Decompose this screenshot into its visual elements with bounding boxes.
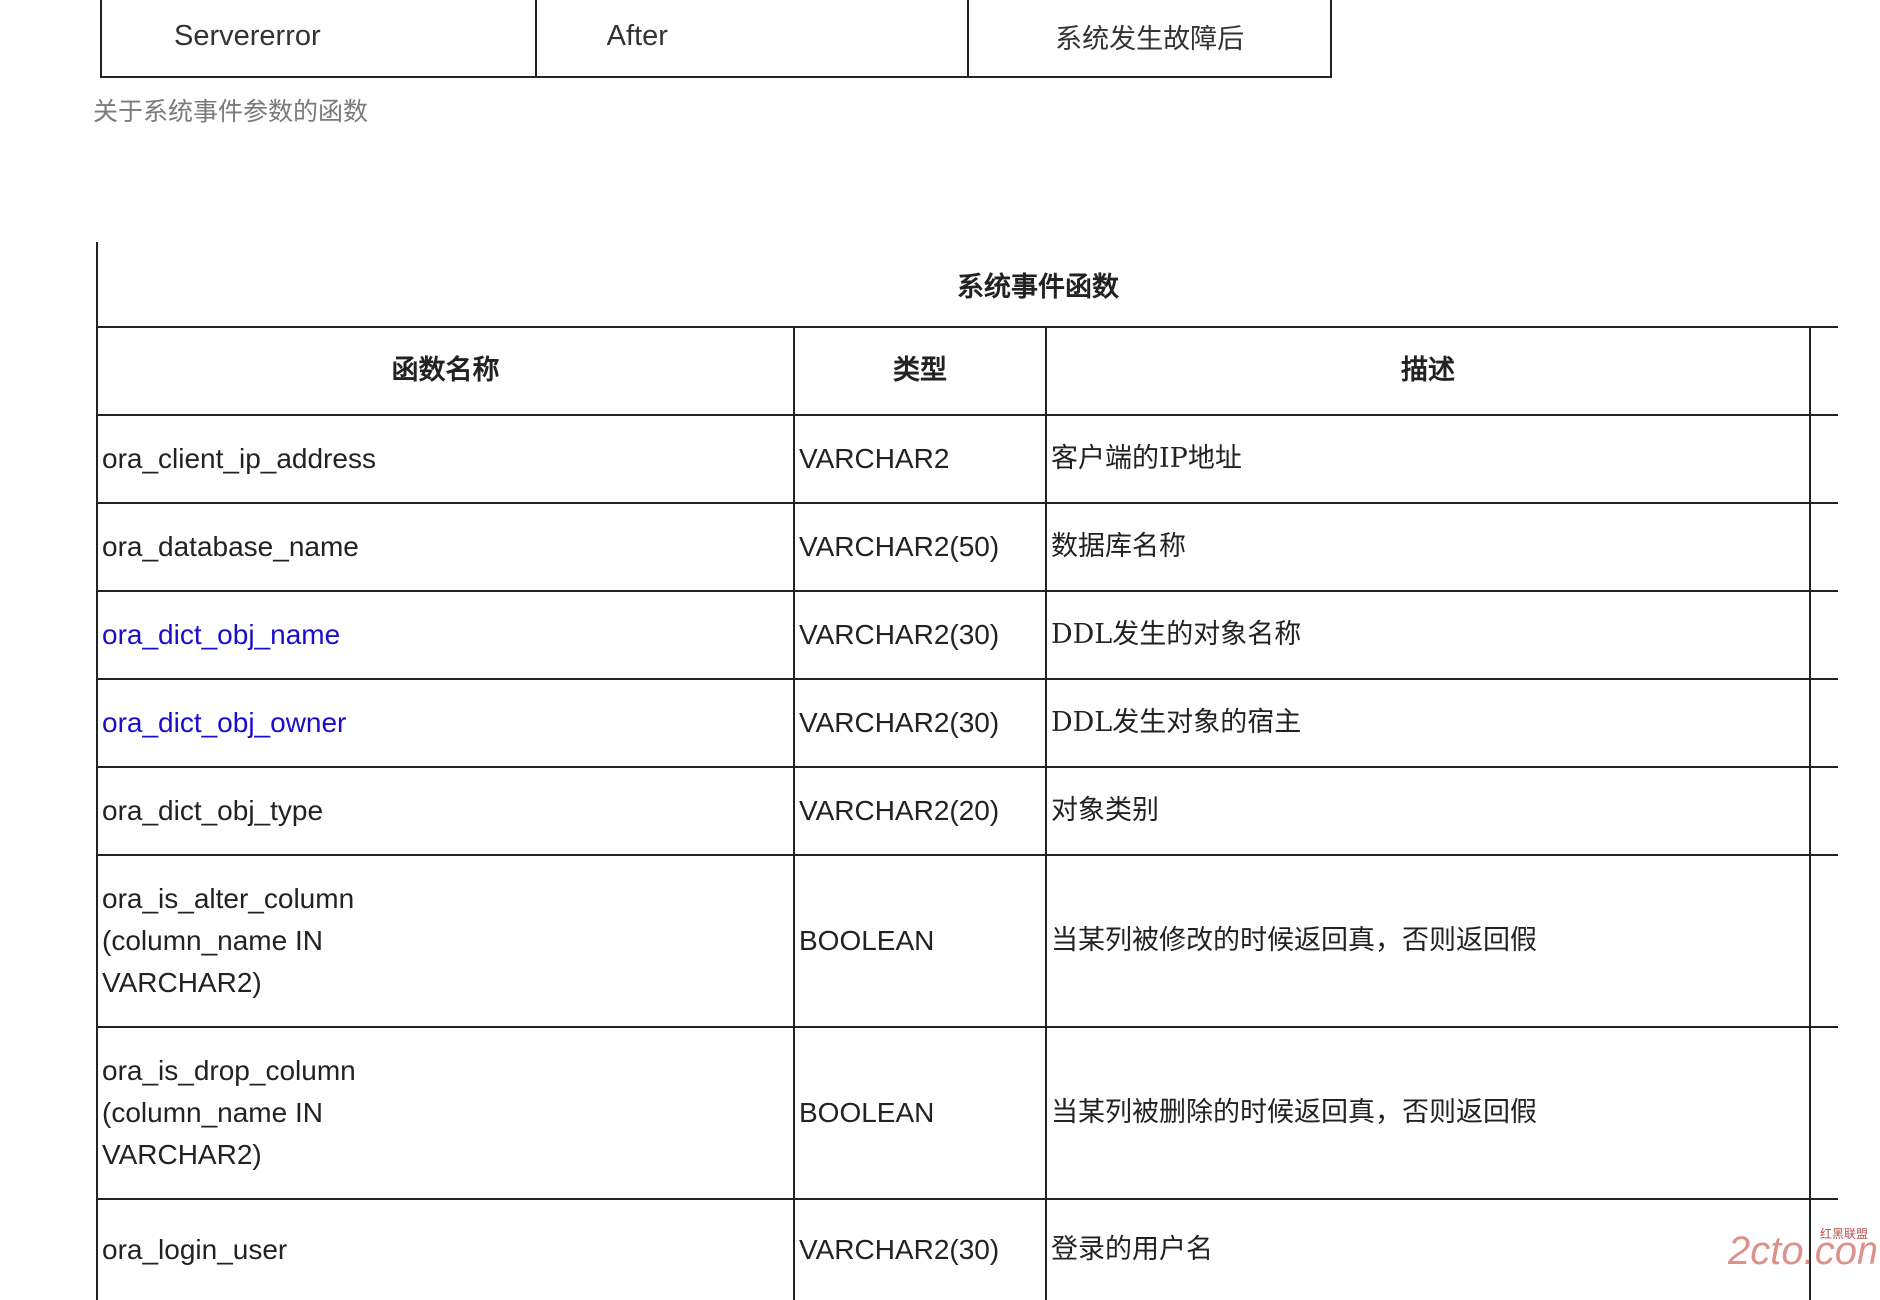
function-name: ora_client_ip_address — [102, 443, 376, 474]
description-cell: 当某列被修改的时候返回真，否则返回假 — [1047, 856, 1811, 1026]
function-name-cell: ora_client_ip_address — [98, 416, 795, 502]
table-row: ora_login_user VARCHAR2(30) 登录的用户名 — [98, 1200, 1838, 1300]
table-row: ora_is_drop_column (column_name IN VARCH… — [98, 1028, 1838, 1200]
table-row: ora_dict_obj_owner VARCHAR2(30) DDL发生对象的… — [98, 680, 1838, 768]
description-cell: DDL发生对象的宿主 — [1047, 680, 1811, 766]
function-name: ora_database_name — [102, 531, 359, 562]
type-cell: VARCHAR2(30) — [795, 680, 1047, 766]
function-name-cell: ora_dict_obj_owner — [98, 680, 795, 766]
function-name-link[interactable]: ora_dict_obj_owner — [102, 702, 346, 744]
type-cell: VARCHAR2(30) — [795, 1200, 1047, 1300]
function-name: ora_is_drop_column (column_name IN VARCH… — [102, 1055, 356, 1170]
row-tail — [1811, 1028, 1836, 1198]
type-cell: VARCHAR2(30) — [795, 592, 1047, 678]
function-name: ora_login_user — [102, 1234, 288, 1265]
row-tail — [1811, 416, 1836, 502]
row-tail — [1811, 592, 1836, 678]
table-row: ora_dict_obj_name VARCHAR2(30) DDL发生的对象名… — [98, 592, 1838, 680]
table-row: ora_dict_obj_type VARCHAR2(20) 对象类别 — [98, 768, 1838, 856]
function-name: ora_dict_obj_type — [102, 795, 324, 826]
function-name-cell: ora_login_user — [98, 1200, 795, 1300]
section-caption: 关于系统事件参数的函数 — [93, 97, 369, 126]
description-cell: 客户端的IP地址 — [1047, 416, 1811, 502]
events-table-tail: Servererror After 系统发生故障后 — [100, 0, 1332, 78]
type-cell: VARCHAR2 — [795, 416, 1047, 502]
type-cell: BOOLEAN — [795, 856, 1047, 1026]
function-name-cell: ora_dict_obj_type — [98, 768, 795, 854]
row-tail — [1811, 504, 1836, 590]
description-cell: 登录的用户名 — [1047, 1200, 1811, 1300]
table-title: 系统事件函数 — [98, 242, 1838, 328]
table-row: ora_database_name VARCHAR2(50) 数据库名称 — [98, 504, 1838, 592]
row-tail — [1811, 856, 1836, 1026]
table-header-row: 函数名称 类型 描述 — [98, 328, 1838, 416]
table-row: ora_is_alter_column (column_name IN VARC… — [98, 856, 1838, 1028]
event-timing-cell: After — [537, 0, 970, 76]
description-cell: 对象类别 — [1047, 768, 1811, 854]
row-tail — [1811, 768, 1836, 854]
description-cell: DDL发生的对象名称 — [1047, 592, 1811, 678]
description-cell: 当某列被删除的时候返回真，否则返回假 — [1047, 1028, 1811, 1198]
event-description-cell: 系统发生故障后 — [1055, 23, 1245, 55]
description-cell: 数据库名称 — [1047, 504, 1811, 590]
type-cell: BOOLEAN — [795, 1028, 1047, 1198]
header-tail — [1811, 328, 1836, 414]
type-cell: VARCHAR2(50) — [795, 504, 1047, 590]
header-type: 类型 — [795, 328, 1047, 414]
function-name-cell: ora_database_name — [98, 504, 795, 590]
function-name: ora_is_alter_column (column_name IN VARC… — [102, 883, 355, 998]
function-name-cell: ora_dict_obj_name — [98, 592, 795, 678]
function-name-cell: ora_is_drop_column (column_name IN VARCH… — [98, 1028, 795, 1198]
function-name-cell: ora_is_alter_column (column_name IN VARC… — [98, 856, 795, 1026]
watermark-subtext: 红黑联盟 — [1819, 1227, 1868, 1241]
table-row: ora_client_ip_address VARCHAR2 客户端的IP地址 — [98, 416, 1838, 504]
row-tail — [1811, 680, 1836, 766]
header-description: 描述 — [1047, 328, 1811, 414]
type-cell: VARCHAR2(20) — [795, 768, 1047, 854]
function-name-link[interactable]: ora_dict_obj_name — [102, 614, 340, 656]
header-function-name: 函数名称 — [98, 328, 795, 414]
event-name-cell: Servererror — [102, 0, 537, 76]
system-event-functions-table: 系统事件函数 函数名称 类型 描述 ora_client_ip_address … — [96, 242, 1838, 1300]
